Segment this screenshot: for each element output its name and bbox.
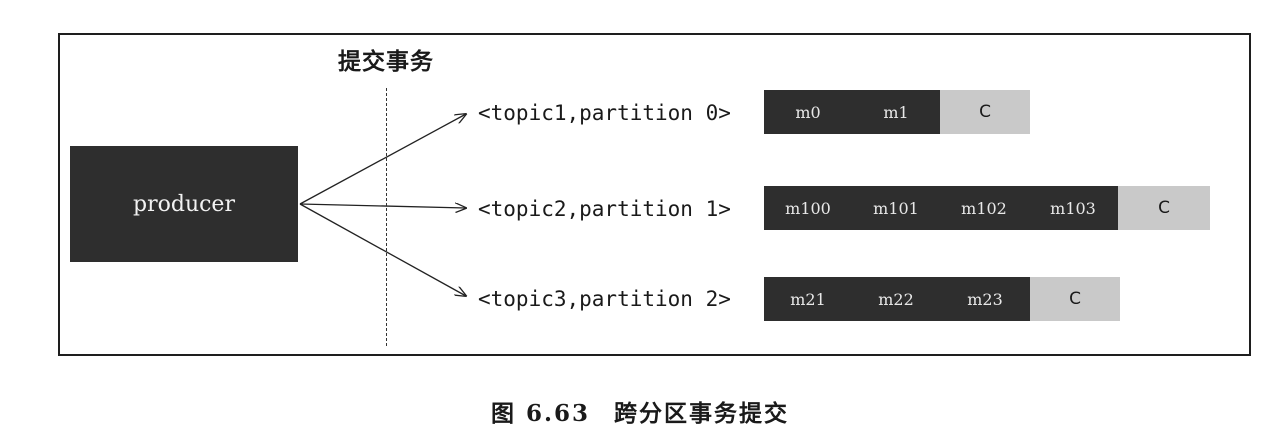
figure-number: 图 6.63 bbox=[490, 400, 591, 427]
figure-caption: 图 6.63 跨分区事务提交 bbox=[0, 394, 1280, 428]
partition-label-1: <topic2,partition 1> bbox=[478, 197, 731, 221]
message-cell: m23 bbox=[940, 277, 1030, 321]
commit-transaction-label: 提交事务 bbox=[338, 49, 434, 75]
figure-title: 跨分区事务提交 bbox=[614, 400, 790, 427]
message-row-partition-2: m21 m22 m23 C bbox=[764, 277, 1120, 321]
message-row-partition-1: m100 m101 m102 m103 C bbox=[764, 186, 1210, 230]
partition-label-2: <topic3,partition 2> bbox=[478, 287, 731, 311]
message-cell: m22 bbox=[852, 277, 940, 321]
producer-label: producer bbox=[133, 191, 235, 217]
commit-marker: C bbox=[940, 90, 1030, 134]
commit-marker: C bbox=[1118, 186, 1210, 230]
transaction-divider-line bbox=[386, 88, 388, 346]
message-cell: m0 bbox=[764, 90, 852, 134]
message-cell: m103 bbox=[1028, 186, 1118, 230]
partition-label-0: <topic1,partition 0> bbox=[478, 101, 731, 125]
message-cell: m101 bbox=[852, 186, 940, 230]
message-cell: m100 bbox=[764, 186, 852, 230]
message-row-partition-0: m0 m1 C bbox=[764, 90, 1030, 134]
message-cell: m1 bbox=[852, 90, 940, 134]
message-cell: m21 bbox=[764, 277, 852, 321]
commit-marker: C bbox=[1030, 277, 1120, 321]
message-cell: m102 bbox=[940, 186, 1028, 230]
producer-box: producer bbox=[70, 146, 298, 262]
